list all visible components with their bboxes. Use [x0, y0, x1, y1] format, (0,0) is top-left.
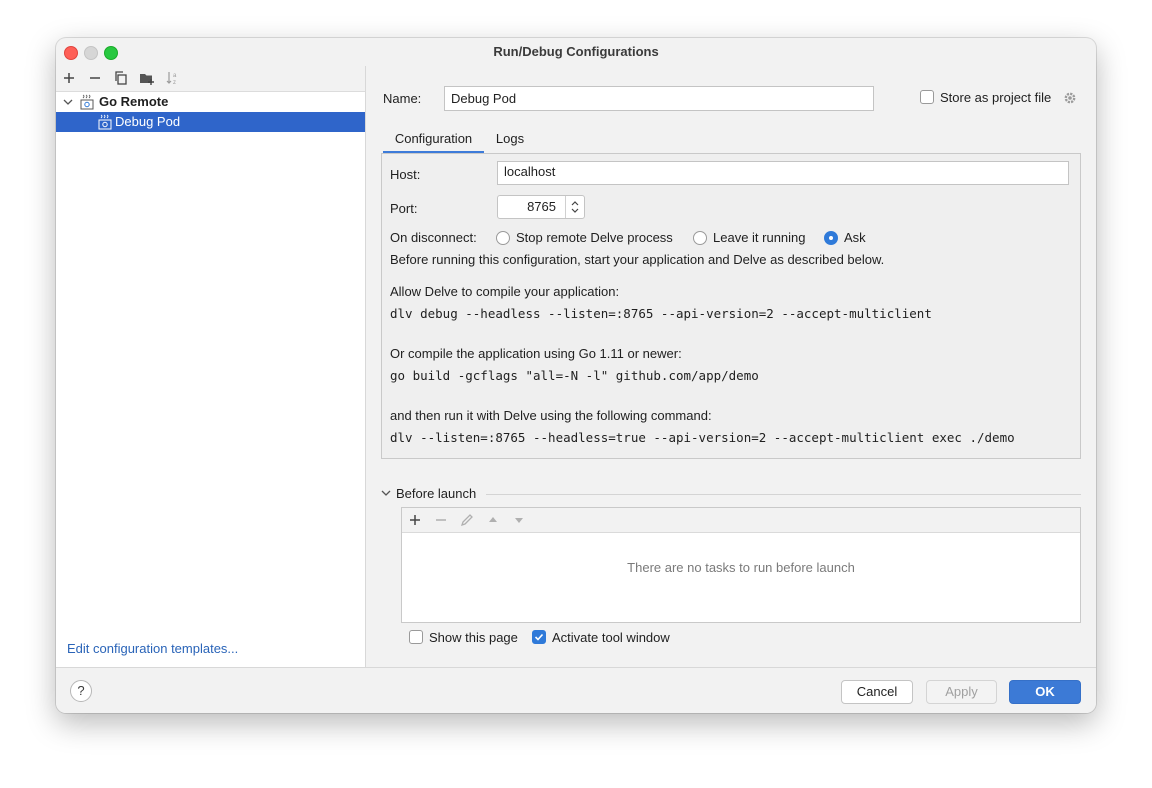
tab-configuration[interactable]: Configuration: [383, 124, 484, 154]
leave-it-running-radio[interactable]: [693, 231, 707, 245]
add-task-icon[interactable]: [407, 512, 423, 528]
host-field[interactable]: localhost: [497, 161, 1069, 185]
cancel-button[interactable]: Cancel: [841, 680, 913, 704]
port-label: Port:: [390, 201, 418, 216]
edit-configuration-templates-link[interactable]: Edit configuration templates...: [67, 641, 238, 656]
help-button[interactable]: ?: [70, 680, 92, 702]
configurations-toolbar: az: [56, 66, 365, 92]
store-as-project-file-label: Store as project file: [940, 90, 1052, 105]
svg-text:z: z: [173, 80, 176, 86]
port-value: 8765: [527, 199, 556, 214]
dlv-exec-command: dlv --listen=:8765 --headless=true --api…: [390, 430, 1015, 445]
ask-radio[interactable]: [824, 231, 838, 245]
stop-remote-delve-radio[interactable]: [496, 231, 510, 245]
new-folder-icon[interactable]: [139, 70, 155, 86]
ask-label: Ask: [844, 230, 866, 245]
show-this-page-checkbox[interactable]: [409, 630, 423, 644]
on-disconnect-label: On disconnect:: [390, 230, 477, 245]
before-launch-separator: [486, 494, 1081, 495]
leave-it-running-label: Leave it running: [713, 230, 806, 245]
activate-tool-window-label: Activate tool window: [552, 630, 670, 645]
tree-item-label: Debug Pod: [115, 114, 181, 129]
configuration-tab-content: Host: localhost Port: 8765 On disconnect…: [381, 153, 1081, 459]
chevron-down-icon[interactable]: [63, 97, 73, 107]
dialog-button-bar: ? Cancel Apply OK: [56, 667, 1096, 713]
tab-logs[interactable]: Logs: [490, 124, 530, 154]
go-build-command: go build -gcflags "all=-N -l" github.com…: [390, 368, 759, 383]
before-launch-header[interactable]: Before launch: [396, 486, 476, 501]
edit-task-icon[interactable]: [459, 512, 475, 528]
add-configuration-icon[interactable]: [61, 70, 77, 86]
dlv-debug-command: dlv debug --headless --listen=:8765 --ap…: [390, 306, 932, 321]
remove-task-icon[interactable]: [433, 512, 449, 528]
move-down-icon[interactable]: [511, 512, 527, 528]
host-label: Host:: [390, 167, 421, 182]
run-delve-label: and then run it with Delve using the fol…: [390, 408, 712, 423]
window-title: Run/Debug Configurations: [493, 44, 659, 59]
sort-alphabetically-icon[interactable]: az: [165, 70, 181, 86]
move-up-icon[interactable]: [485, 512, 501, 528]
stepper-arrows-icon[interactable]: [570, 199, 580, 215]
checkmark-icon: [534, 633, 544, 641]
store-as-project-file-checkbox[interactable]: [920, 90, 934, 104]
activate-tool-window-checkbox[interactable]: [532, 630, 546, 644]
no-tasks-message: There are no tasks to run before launch: [627, 560, 855, 575]
run-debug-dialog: Run/Debug Configurations az Go Remote De…: [56, 38, 1096, 713]
go-remote-icon: [80, 94, 94, 110]
allow-delve-label: Allow Delve to compile your application:: [390, 284, 620, 299]
before-launch-task-list: There are no tasks to run before launch: [401, 507, 1081, 623]
configurations-panel: az Go Remote Debug Pod Edit configuratio…: [56, 66, 366, 667]
port-stepper[interactable]: 8765: [497, 195, 585, 219]
apply-button[interactable]: Apply: [926, 680, 997, 704]
show-this-page-label: Show this page: [429, 630, 518, 645]
remove-configuration-icon[interactable]: [87, 70, 103, 86]
name-label: Name:: [383, 91, 422, 106]
tree-group-label: Go Remote: [99, 94, 169, 109]
name-field[interactable]: Debug Pod: [444, 86, 874, 111]
stop-remote-delve-label: Stop remote Delve process: [516, 230, 673, 245]
chevron-down-icon[interactable]: [381, 488, 391, 498]
gear-icon[interactable]: [1063, 91, 1077, 105]
configuration-editor: Name: Debug Pod Store as project file Co…: [366, 66, 1096, 667]
before-launch-toolbar: [402, 508, 1080, 533]
tree-group-go-remote[interactable]: Go Remote: [56, 92, 365, 112]
tree-item-debug-pod[interactable]: Debug Pod: [56, 112, 365, 132]
ok-button[interactable]: OK: [1009, 680, 1081, 704]
svg-text:a: a: [173, 73, 177, 79]
before-running-info: Before running this configuration, start…: [390, 252, 885, 267]
go-remote-icon: [98, 114, 112, 130]
title-bar: Run/Debug Configurations: [56, 38, 1096, 66]
stepper-divider: [565, 196, 566, 218]
compile-label: Or compile the application using Go 1.11…: [390, 346, 682, 361]
copy-configuration-icon[interactable]: [113, 70, 129, 86]
